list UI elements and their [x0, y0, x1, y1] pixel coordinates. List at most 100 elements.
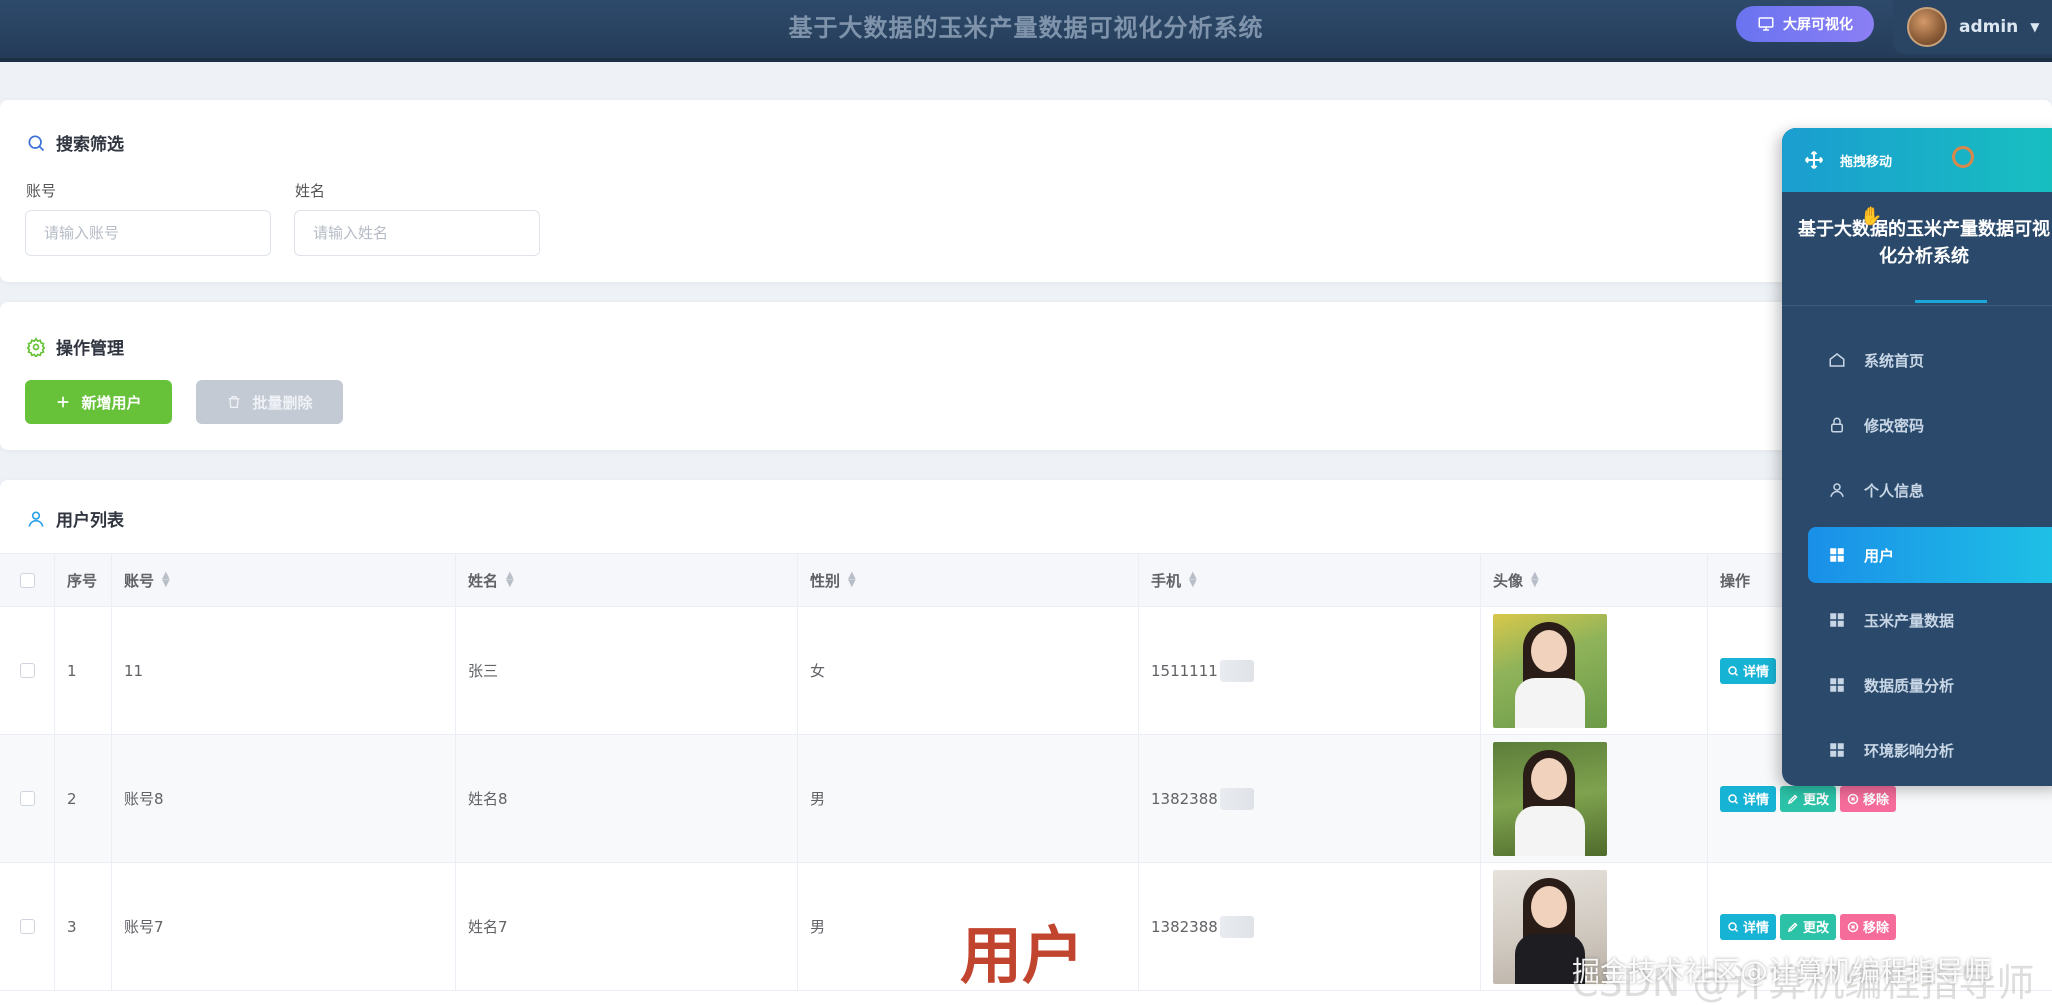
select-all-checkbox[interactable] — [19, 572, 35, 588]
grid-icon — [1830, 678, 1844, 692]
search-icon — [28, 135, 45, 151]
menu-item-home[interactable]: 系统首页 — [1808, 332, 2052, 388]
user-icon — [1830, 483, 1844, 497]
sort-icon[interactable]: ▲ ▼ — [1189, 571, 1197, 589]
column-header-gender[interactable]: 性别 ▲ ▼ — [798, 554, 1139, 606]
name-label: 姓名 — [295, 182, 326, 200]
bigscreen-button[interactable]: 大屏可视化 — [1736, 6, 1874, 42]
column-header-label: 账号 — [124, 571, 155, 590]
close-circle-icon — [1847, 921, 1859, 932]
panel-menu: 系统首页 修改密码 个人信息 用户 玉米产量数据 数据质量分析 环境影响分析 — [1782, 306, 2052, 778]
menu-item-label: 个人信息 — [1864, 481, 1925, 500]
column-header-phone[interactable]: 手机 ▲ ▼ — [1139, 554, 1481, 606]
row-checkbox[interactable] — [19, 663, 35, 678]
remove-button[interactable]: 移除 — [1840, 913, 1897, 940]
row-checkbox[interactable] — [19, 919, 35, 934]
menu-item-label: 数据质量分析 — [1864, 676, 1955, 695]
user-list-title: 用户列表 — [26, 506, 124, 531]
add-user-button[interactable]: 新增用户 — [25, 380, 172, 424]
name-search-input[interactable] — [294, 210, 540, 256]
edit-button[interactable]: 更改 — [1780, 913, 1837, 940]
row-checkbox[interactable] — [19, 791, 35, 806]
search-title-text: 搜索筛选 — [56, 135, 124, 155]
row-phone-cell: 1382388 — [1139, 735, 1481, 862]
row-name: 姓名8 — [456, 735, 798, 862]
floating-nav-panel[interactable]: 拖拽移动 基于大数据的玉米产量数据可视化分析系统 系统首页 修改密码 个人信息 … — [1782, 128, 2052, 786]
bigscreen-label: 大屏可视化 — [1783, 17, 1853, 33]
account-search-input[interactable] — [25, 210, 271, 256]
detail-label: 详情 — [1743, 665, 1770, 680]
row-name: 张三 — [456, 607, 798, 734]
avatar-photo[interactable] — [1493, 613, 1607, 728]
menu-item-label: 环境影响分析 — [1864, 741, 1955, 760]
plus-icon — [58, 396, 69, 408]
menu-item-change-password[interactable]: 修改密码 — [1808, 397, 2052, 453]
column-header-account[interactable]: 账号 ▲ ▼ — [112, 554, 456, 606]
add-user-label: 新增用户 — [81, 393, 142, 412]
row-avatar-cell — [1481, 607, 1708, 734]
drag-label: 拖拽移动 — [1840, 154, 1893, 170]
row-select-cell — [0, 735, 55, 862]
row-gender: 女 — [798, 607, 1139, 734]
user-menu[interactable]: admin ▼ — [1893, 0, 2052, 54]
row-phone: 1511111 — [1151, 661, 1218, 680]
batch-delete-button[interactable]: 批量删除 — [196, 380, 343, 424]
monitor-icon — [1758, 17, 1774, 31]
table-header: 序号 账号 ▲ ▼ 姓名 ▲ ▼ 性别 ▲ ▼ 手机 ▲ ▼ 头像 ▲ ▼ 操作 — [0, 553, 2052, 607]
drag-handle[interactable]: 拖拽移动 — [1782, 128, 2052, 192]
menu-item-profile[interactable]: 个人信息 — [1808, 462, 2052, 518]
sort-icon[interactable]: ▲ ▼ — [162, 571, 170, 589]
remove-label: 移除 — [1863, 921, 1890, 936]
column-header-name[interactable]: 姓名 ▲ ▼ — [456, 554, 798, 606]
row-phone: 1382388 — [1151, 917, 1218, 936]
detail-label: 详情 — [1743, 921, 1770, 936]
detail-button[interactable]: 详情 — [1720, 913, 1777, 940]
row-phone-cell: 1511111 — [1139, 607, 1481, 734]
row-select-cell — [0, 863, 55, 990]
menu-item-corn-yield[interactable]: 玉米产量数据 — [1808, 592, 2052, 648]
table-row: 1 11 张三 女 1511111 详情 — [0, 607, 2052, 735]
page-overlay-label: 用户 — [960, 919, 1085, 992]
home-icon — [1829, 353, 1845, 367]
row-select-cell — [0, 607, 55, 734]
title-underline — [1915, 300, 1987, 303]
menu-item-users[interactable]: 用户 — [1808, 527, 2052, 583]
remove-label: 移除 — [1863, 793, 1890, 808]
watermark: 掘金技术社区@计算机编程指导师 — [1572, 955, 1993, 988]
edit-button[interactable]: 更改 — [1780, 785, 1837, 812]
row-account: 账号7 — [112, 863, 456, 990]
menu-item-label: 用户 — [1864, 546, 1895, 565]
menu-item-label: 修改密码 — [1864, 416, 1925, 435]
panel-system-title: 基于大数据的玉米产量数据可视化分析系统 — [1798, 219, 2050, 267]
sort-icon[interactable]: ▲ ▼ — [1531, 571, 1539, 589]
sort-icon[interactable]: ▲ ▼ — [506, 571, 514, 589]
chevron-down-icon: ▼ — [2030, 20, 2040, 34]
trash-icon — [229, 396, 240, 408]
row-no: 2 — [55, 735, 112, 862]
column-header-avatar[interactable]: 头像 ▲ ▼ — [1481, 554, 1708, 606]
avatar-photo[interactable] — [1493, 741, 1607, 856]
avatar — [1907, 7, 1947, 47]
close-circle-icon — [1847, 793, 1859, 804]
grid-icon — [1830, 743, 1844, 757]
row-account: 11 — [112, 607, 456, 734]
menu-item-data-quality[interactable]: 数据质量分析 — [1808, 657, 2052, 713]
column-header-label: 操作 — [1720, 571, 1751, 590]
search-icon — [1728, 665, 1739, 676]
user-icon — [28, 510, 44, 527]
detail-button[interactable]: 详情 — [1720, 785, 1777, 812]
row-phone-cell: 1382388 — [1139, 863, 1481, 990]
sort-icon[interactable]: ▲ ▼ — [848, 571, 856, 589]
phone-redaction — [1219, 787, 1254, 810]
operations-title-text: 操作管理 — [56, 339, 124, 359]
grid-icon — [1830, 548, 1844, 562]
table-row: 2 账号8 姓名8 男 1382388 详情 更改 移除 — [0, 735, 2052, 863]
row-phone: 1382388 — [1151, 789, 1218, 808]
column-header-label: 性别 — [810, 571, 841, 590]
column-header-no: 序号 — [55, 554, 112, 606]
operations-panel: 操作管理 新增用户 批量删除 — [0, 302, 2052, 450]
remove-button[interactable]: 移除 — [1840, 785, 1897, 812]
detail-button[interactable]: 详情 — [1720, 657, 1777, 684]
detail-label: 详情 — [1743, 793, 1770, 808]
menu-item-environment[interactable]: 环境影响分析 — [1808, 722, 2052, 778]
